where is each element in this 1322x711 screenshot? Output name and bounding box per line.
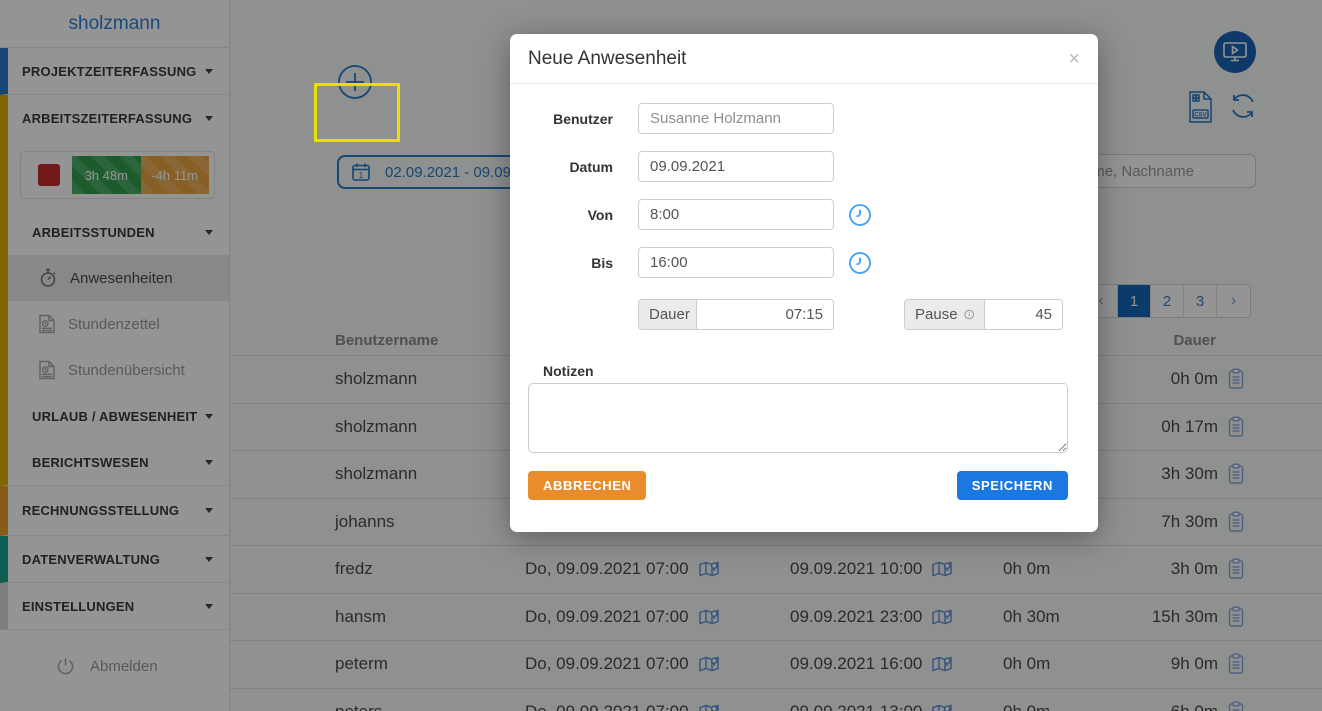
von-label: Von	[528, 207, 613, 223]
pause-prefix-label: Pause	[905, 300, 985, 329]
bis-time-picker-button[interactable]	[848, 251, 872, 275]
von-time-picker-button[interactable]	[848, 203, 872, 227]
field-row-bis: Bis 16:00	[528, 247, 1080, 278]
datum-label: Datum	[528, 159, 613, 175]
cancel-button[interactable]: ABBRECHEN	[528, 471, 646, 500]
info-icon[interactable]	[964, 306, 974, 323]
benutzer-label: Benutzer	[528, 111, 613, 127]
modal-body: Benutzer Susanne Holzmann Datum 09.09.20…	[510, 84, 1098, 500]
duration-pause-row: Dauer 07:15 Pause 45	[528, 299, 1080, 330]
clock-icon	[848, 251, 872, 275]
dauer-group: Dauer 07:15	[638, 299, 834, 330]
pause-group: Pause 45	[904, 299, 1063, 330]
notizen-label: Notizen	[543, 363, 1080, 379]
field-row-benutzer: Benutzer Susanne Holzmann	[528, 103, 1080, 134]
bis-field[interactable]: 16:00	[638, 247, 834, 278]
save-button[interactable]: SPEICHERN	[957, 471, 1068, 500]
field-row-von: Von 8:00	[528, 199, 1080, 230]
notizen-textarea[interactable]	[528, 383, 1068, 453]
pause-field[interactable]: 45	[985, 300, 1062, 329]
dauer-prefix-label: Dauer	[639, 300, 697, 329]
close-icon[interactable]: ×	[1068, 49, 1080, 69]
modal-header: Neue Anwesenheit ×	[510, 34, 1098, 84]
von-field[interactable]: 8:00	[638, 199, 834, 230]
modal-button-row: ABBRECHEN SPEICHERN	[528, 471, 1080, 500]
benutzer-field[interactable]: Susanne Holzmann	[638, 103, 834, 134]
modal-title: Neue Anwesenheit	[528, 48, 686, 70]
dauer-field[interactable]: 07:15	[697, 300, 833, 329]
new-attendance-modal: Neue Anwesenheit × Benutzer Susanne Holz…	[510, 34, 1098, 532]
app-root: sholzmann PROJEKTZEITERFASSUNG ARBEITSZE…	[0, 0, 1322, 711]
datum-field[interactable]: 09.09.2021	[638, 151, 834, 182]
bis-label: Bis	[528, 255, 613, 271]
clock-icon	[848, 203, 872, 227]
field-row-datum: Datum 09.09.2021	[528, 151, 1080, 182]
pause-label-text: Pause	[915, 306, 958, 323]
